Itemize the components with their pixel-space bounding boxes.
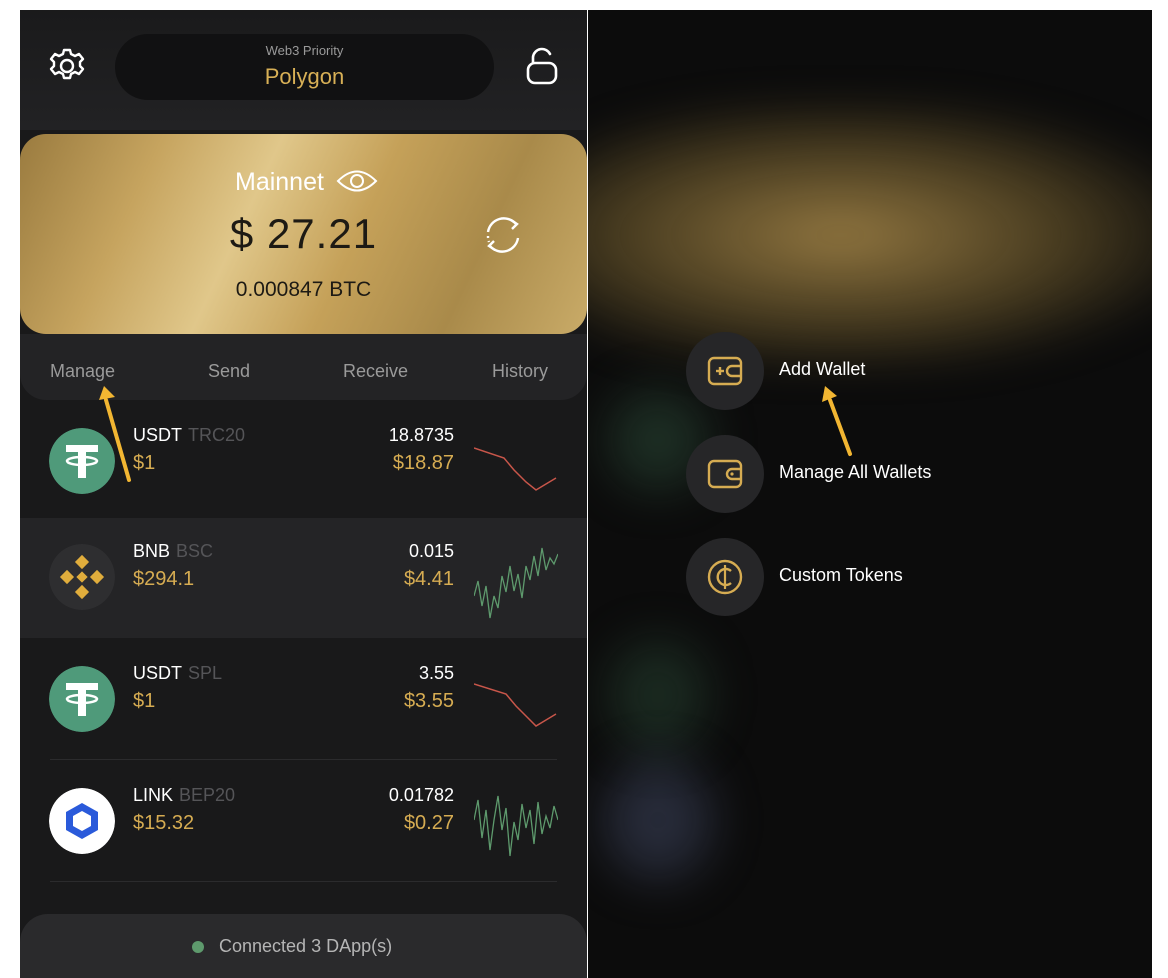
blurred-token-icon [608,640,708,750]
chainlink-icon [49,788,115,854]
custom-tokens-option[interactable]: Custom Tokens [686,538,986,618]
custom-tokens-label: Custom Tokens [779,565,903,585]
token-price: $1 [133,690,156,712]
network-subtitle: Web3 Priority [265,43,344,58]
price-sparkline [474,547,558,619]
token-amount: 18.8735 [388,425,454,445]
wallet-screen: Web3 Priority Polygon Mainnet $ 27.21 0.… [20,10,587,978]
send-button[interactable]: Send [208,361,250,382]
row-divider [50,881,557,882]
token-row[interactable]: BNB BSC $294.1 0.015 $4.41 [20,518,587,638]
token-row[interactable]: USDT SPL $1 3.55 $3.55 [20,640,587,760]
token-chain: TRC20 [188,425,246,445]
price-sparkline [474,447,557,491]
annotation-arrow-icon [99,386,131,482]
token-amount: 3.55 [418,663,454,683]
wallet-icon [707,459,743,489]
annotation-arrow-icon [822,386,852,456]
dapp-status-text: Connected 3 DApp(s) [219,936,393,956]
token-row[interactable]: LINK BEP20 $15.32 0.01782 $0.27 [20,762,587,882]
history-button[interactable]: History [492,361,548,382]
token-amount: 0.01782 [388,785,454,805]
card-network-label: Mainnet [235,168,324,196]
add-wallet-icon-circle [686,332,764,410]
tether-icon [49,666,115,732]
add-wallet-label: Add Wallet [779,359,866,379]
custom-tokens-icon-circle [686,538,764,616]
token-price: $15.32 [133,812,195,834]
token-value: $18.87 [392,452,454,474]
add-wallet-icon [707,356,743,386]
connected-status-dot [192,941,204,953]
token-chain: BEP20 [179,785,236,805]
bnb-icon [49,544,115,610]
balance-card: Mainnet $ 27.21 0.000847 BTC [20,134,587,334]
eye-icon[interactable] [336,168,378,194]
header: Web3 Priority Polygon [20,10,587,130]
token-price: $294.1 [133,568,195,590]
coin-icon [707,559,743,595]
btc-balance: 0.000847 BTC [235,278,372,301]
blurred-token-icon [603,760,713,880]
price-sparkline [474,683,557,727]
token-amount: 0.015 [408,541,454,561]
token-symbol: USDT TRC20 [133,425,246,445]
manage-button[interactable]: Manage [50,361,115,382]
settings-gear-icon[interactable] [47,46,87,86]
token-symbol: USDT SPL [133,663,223,683]
token-symbol: LINK BEP20 [133,785,236,805]
network-selector[interactable]: Web3 Priority Polygon [115,34,494,100]
price-sparkline [474,795,558,857]
dapp-status-bar[interactable]: Connected 3 DApp(s) [20,914,587,978]
manage-all-wallets-label: Manage All Wallets [779,462,932,482]
token-price: $1 [133,452,156,474]
receive-button[interactable]: Receive [343,361,408,382]
token-symbol: BNB BSC [133,541,214,561]
token-value: $3.55 [403,690,454,712]
blurred-card-background [588,100,1152,370]
unlock-icon[interactable] [524,46,560,86]
token-value: $0.27 [403,812,454,834]
refresh-icon[interactable] [478,210,528,260]
manage-wallets-icon-circle [686,435,764,513]
token-chain: BSC [176,541,214,561]
wallet-menu-overlay: Add Wallet Manage All Wallets Custom Tok… [588,10,1152,978]
token-chain: SPL [188,663,223,683]
network-name: Polygon [264,64,345,89]
token-value: $4.41 [403,568,454,590]
row-divider [50,759,557,760]
